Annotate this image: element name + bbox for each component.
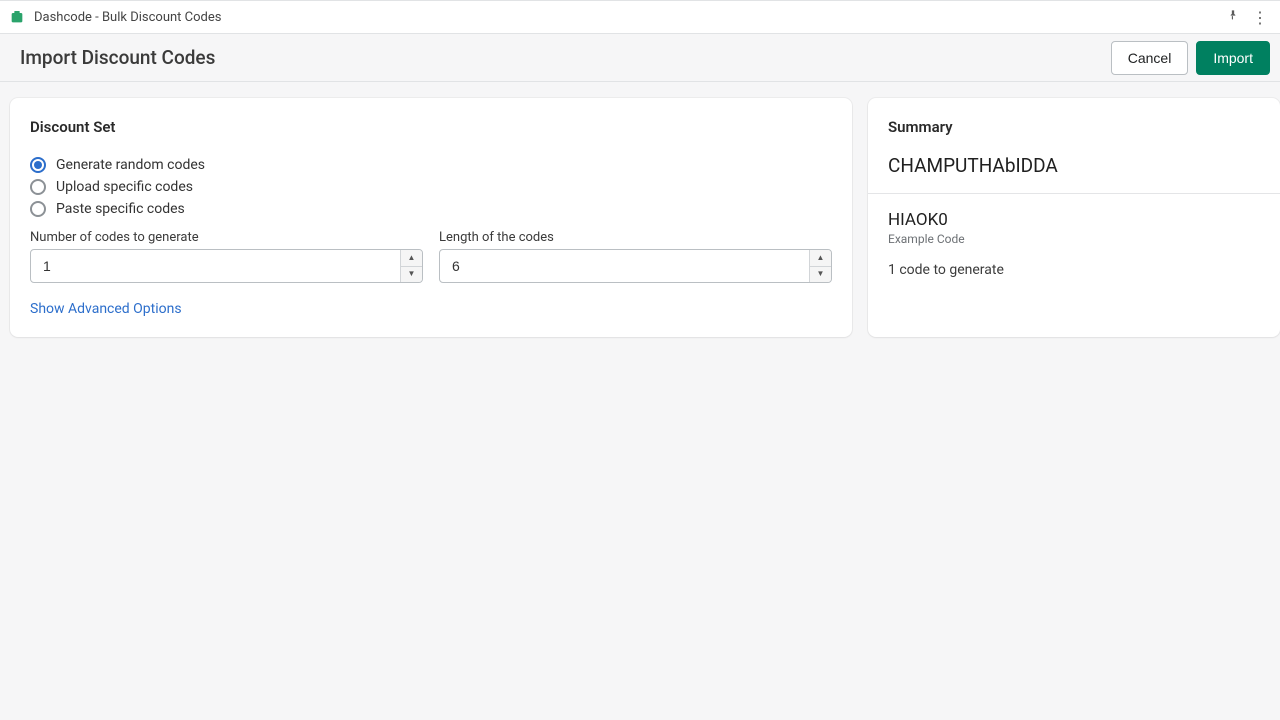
more-icon[interactable]: ⋮ xyxy=(1252,8,1268,27)
top-bar-left: Dashcode - Bulk Discount Codes xyxy=(8,8,221,26)
app-logo-icon xyxy=(8,8,26,26)
code-length-group: Length of the codes ▲ ▼ xyxy=(439,230,832,283)
spinner-down-icon[interactable]: ▼ xyxy=(810,267,831,283)
spinner-down-icon[interactable]: ▼ xyxy=(401,267,422,283)
number-spinner: ▲ ▼ xyxy=(400,250,422,282)
cancel-button[interactable]: Cancel xyxy=(1111,41,1189,75)
radio-label: Upload specific codes xyxy=(56,179,193,195)
radio-label: Paste specific codes xyxy=(56,201,185,217)
number-of-codes-label: Number of codes to generate xyxy=(30,230,423,245)
code-length-input[interactable] xyxy=(440,250,809,282)
top-bar-right: ⋮ xyxy=(1226,8,1272,27)
summary-discount-name: CHAMPUTHAbIDDA xyxy=(888,154,1260,177)
number-of-codes-input-wrap: ▲ ▼ xyxy=(30,249,423,283)
number-of-codes-group: Number of codes to generate ▲ ▼ xyxy=(30,230,423,283)
radio-icon xyxy=(30,201,46,217)
app-title: Dashcode - Bulk Discount Codes xyxy=(34,10,221,25)
header-actions: Cancel Import xyxy=(1111,41,1270,75)
code-params-row: Number of codes to generate ▲ ▼ Length o… xyxy=(30,230,832,283)
length-spinner: ▲ ▼ xyxy=(809,250,831,282)
app-top-bar: Dashcode - Bulk Discount Codes ⋮ xyxy=(0,0,1280,34)
import-button[interactable]: Import xyxy=(1196,41,1270,75)
spinner-up-icon[interactable]: ▲ xyxy=(810,250,831,267)
example-code-value: HIAOK0 xyxy=(888,210,1260,230)
radio-generate-random[interactable]: Generate random codes xyxy=(30,154,832,176)
summary-body: HIAOK0 Example Code 1 code to generate xyxy=(868,194,1280,298)
page-header: Import Discount Codes Cancel Import xyxy=(0,34,1280,82)
code-source-radio-group: Generate random codes Upload specific co… xyxy=(30,154,832,220)
summary-header: Summary CHAMPUTHAbIDDA xyxy=(868,98,1280,193)
radio-label: Generate random codes xyxy=(56,157,205,173)
radio-paste-specific[interactable]: Paste specific codes xyxy=(30,198,832,220)
discount-set-title: Discount Set xyxy=(30,118,832,136)
radio-icon xyxy=(30,179,46,195)
example-code-label: Example Code xyxy=(888,232,1260,246)
summary-title: Summary xyxy=(888,118,1260,136)
radio-upload-specific[interactable]: Upload specific codes xyxy=(30,176,832,198)
code-length-input-wrap: ▲ ▼ xyxy=(439,249,832,283)
show-advanced-options-link[interactable]: Show Advanced Options xyxy=(30,301,182,317)
number-of-codes-input[interactable] xyxy=(31,250,400,282)
codes-to-generate-text: 1 code to generate xyxy=(888,262,1260,278)
pin-icon[interactable] xyxy=(1226,8,1240,26)
code-length-label: Length of the codes xyxy=(439,230,832,245)
page-title: Import Discount Codes xyxy=(20,46,215,69)
discount-set-card: Discount Set Generate random codes Uploa… xyxy=(10,98,852,337)
spinner-up-icon[interactable]: ▲ xyxy=(401,250,422,267)
summary-card: Summary CHAMPUTHAbIDDA HIAOK0 Example Co… xyxy=(868,98,1280,337)
radio-icon xyxy=(30,157,46,173)
content-area: Discount Set Generate random codes Uploa… xyxy=(0,82,1280,353)
